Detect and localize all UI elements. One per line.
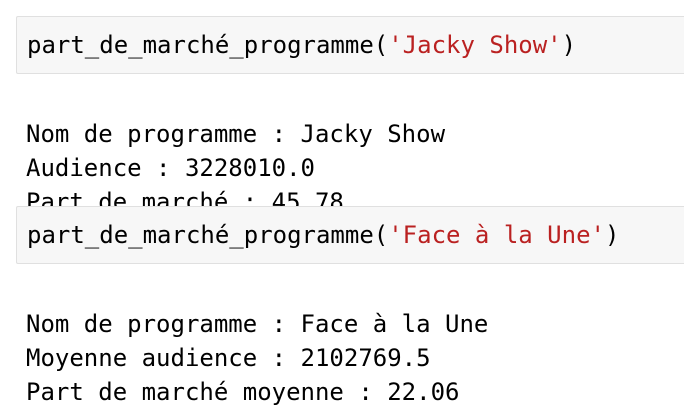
- function-call: part_de_marché_programme: [27, 31, 374, 59]
- string-argument: 'Face à la Une': [388, 221, 605, 249]
- output-line-program-name: Nom de programme : Face à la Une: [26, 310, 489, 338]
- open-paren: (: [373, 221, 389, 249]
- code-cell-1-input[interactable]: part_de_marché_programme('Jacky Show'): [16, 16, 684, 74]
- code-cell-2-input[interactable]: part_de_marché_programme('Face à la Une'…: [16, 206, 684, 264]
- output-line-average-market-share: Part de marché moyenne : 22.06: [26, 378, 460, 406]
- output-line-average-audience: Moyenne audience : 2102769.5: [26, 344, 431, 372]
- open-paren: (: [373, 31, 389, 59]
- output-line-program-name: Nom de programme : Jacky Show: [26, 120, 446, 148]
- code-cell-2-output: Nom de programme : Face à la Une Moyenne …: [26, 273, 488, 409]
- close-paren: ): [604, 221, 620, 249]
- string-argument: 'Jacky Show': [388, 31, 562, 59]
- function-call: part_de_marché_programme: [27, 221, 374, 249]
- close-paren: ): [561, 31, 577, 59]
- output-line-audience: Audience : 3228010.0: [26, 154, 315, 182]
- code-cell-1-output: Nom de programme : Jacky Show Audience : …: [26, 83, 445, 219]
